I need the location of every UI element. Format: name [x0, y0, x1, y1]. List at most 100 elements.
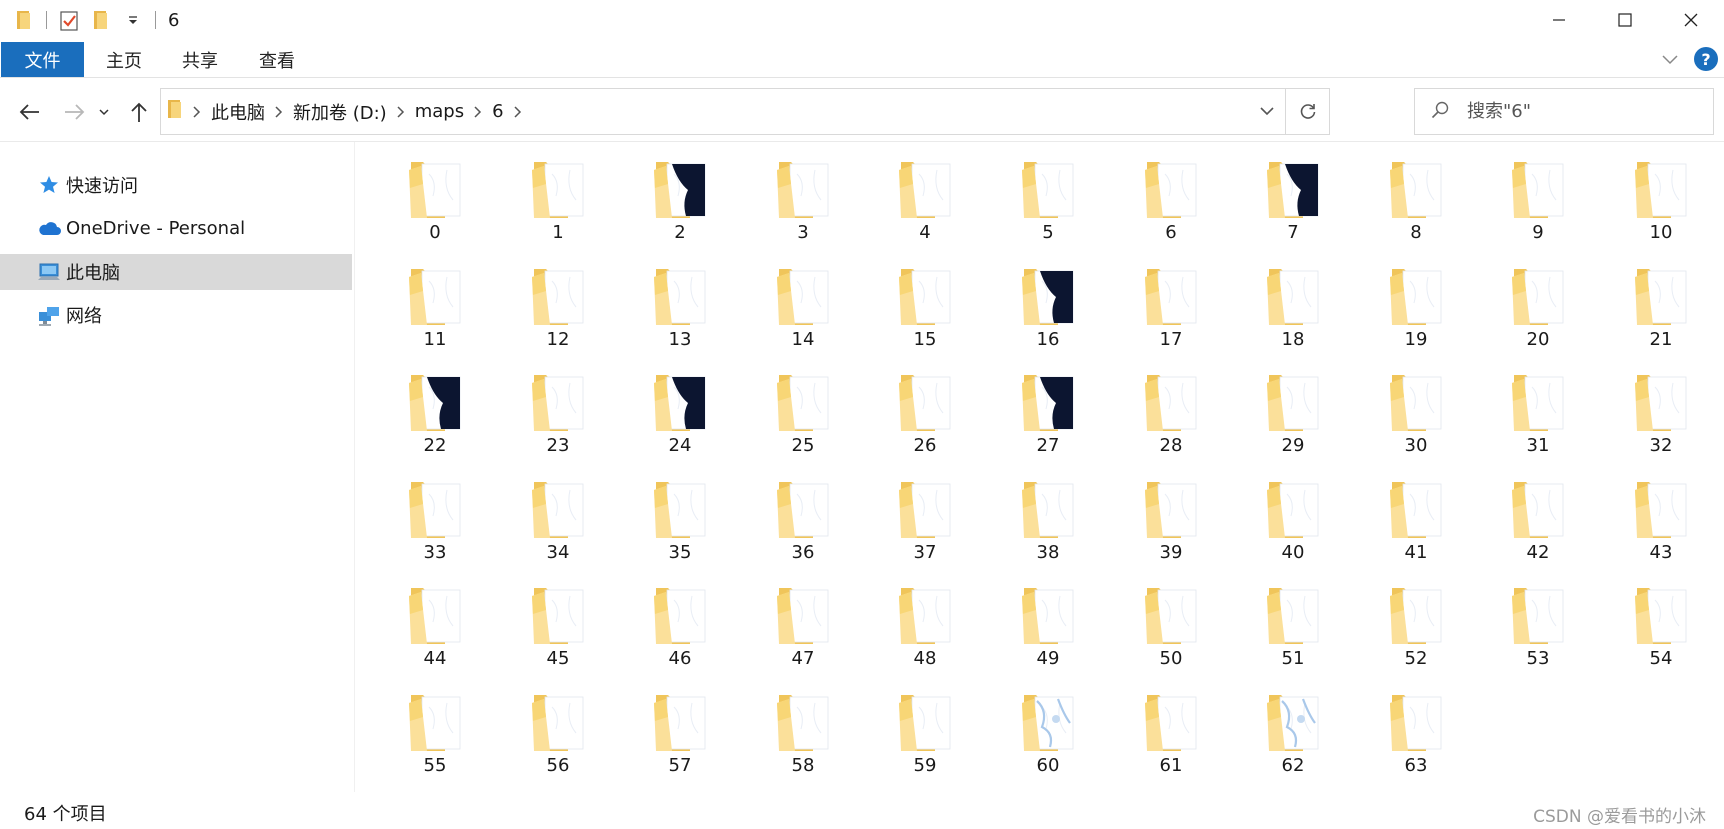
chevron-right-icon[interactable] [514, 105, 522, 118]
new-folder-icon[interactable] [89, 8, 113, 32]
folder-item[interactable]: 50 [1110, 586, 1232, 686]
folder-item[interactable]: 54 [1600, 586, 1722, 686]
maximize-button[interactable] [1592, 0, 1658, 40]
folder-item[interactable]: 42 [1477, 480, 1599, 580]
folder-item[interactable]: 28 [1110, 373, 1232, 473]
folder-item[interactable]: 19 [1355, 267, 1477, 367]
folder-item[interactable]: 11 [374, 267, 496, 367]
search-box[interactable] [1414, 88, 1714, 135]
properties-icon[interactable] [57, 8, 81, 32]
help-button[interactable]: ? [1694, 47, 1718, 71]
folder-item[interactable]: 61 [1110, 693, 1232, 793]
chevron-right-icon[interactable] [397, 105, 405, 118]
folder-item[interactable]: 47 [742, 586, 864, 686]
folder-item[interactable]: 32 [1600, 373, 1722, 473]
back-button[interactable] [14, 97, 44, 127]
folder-item[interactable]: 26 [864, 373, 986, 473]
folder-item[interactable]: 14 [742, 267, 864, 367]
folder-item[interactable]: 39 [1110, 480, 1232, 580]
folder-icon [1267, 695, 1319, 751]
folder-item[interactable]: 34 [497, 480, 619, 580]
tab-home[interactable]: 主页 [94, 42, 154, 77]
breadcrumb-current-folder[interactable]: 6 [492, 101, 503, 122]
minimize-button[interactable] [1526, 0, 1592, 40]
folder-item[interactable]: 1 [497, 160, 619, 260]
close-button[interactable] [1658, 0, 1724, 40]
folder-item[interactable]: 62 [1232, 693, 1354, 793]
folder-item[interactable]: 12 [497, 267, 619, 367]
folder-item[interactable]: 46 [619, 586, 741, 686]
folder-item[interactable]: 45 [497, 586, 619, 686]
folder-item[interactable]: 58 [742, 693, 864, 793]
chevron-right-icon[interactable] [193, 105, 201, 118]
customize-toolbar-icon[interactable] [121, 8, 145, 32]
sidebar-item-quick-access[interactable]: 快速访问 [0, 167, 352, 203]
folder-item[interactable]: 40 [1232, 480, 1354, 580]
folder-item[interactable]: 2 [619, 160, 741, 260]
folder-item[interactable]: 17 [1110, 267, 1232, 367]
folder-item[interactable]: 8 [1355, 160, 1477, 260]
folder-item[interactable]: 0 [374, 160, 496, 260]
folder-item[interactable]: 20 [1477, 267, 1599, 367]
chevron-right-icon[interactable] [474, 105, 482, 118]
folder-item[interactable]: 10 [1600, 160, 1722, 260]
folder-item[interactable]: 9 [1477, 160, 1599, 260]
folder-item[interactable]: 55 [374, 693, 496, 793]
folder-item[interactable]: 27 [987, 373, 1109, 473]
tab-file[interactable]: 文件 [1, 42, 84, 77]
breadcrumb-maps[interactable]: maps [415, 101, 464, 122]
breadcrumb-this-pc[interactable]: 此电脑 [211, 99, 265, 125]
folder-item[interactable]: 21 [1600, 267, 1722, 367]
folder-item[interactable]: 23 [497, 373, 619, 473]
refresh-button[interactable] [1285, 89, 1329, 134]
folder-item[interactable]: 29 [1232, 373, 1354, 473]
folder-item[interactable]: 16 [987, 267, 1109, 367]
folder-item[interactable]: 48 [864, 586, 986, 686]
folder-item[interactable]: 38 [987, 480, 1109, 580]
folder-item[interactable]: 3 [742, 160, 864, 260]
folder-item[interactable]: 43 [1600, 480, 1722, 580]
folder-item[interactable]: 49 [987, 586, 1109, 686]
folder-item[interactable]: 53 [1477, 586, 1599, 686]
folder-item[interactable]: 56 [497, 693, 619, 793]
expand-ribbon-button[interactable] [1658, 48, 1682, 72]
folder-item[interactable]: 24 [619, 373, 741, 473]
folder-item[interactable]: 33 [374, 480, 496, 580]
tab-view[interactable]: 查看 [247, 42, 307, 77]
folder-item[interactable]: 60 [987, 693, 1109, 793]
folder-icon[interactable] [12, 8, 36, 32]
recent-locations-button[interactable] [94, 97, 114, 127]
folder-item[interactable]: 4 [864, 160, 986, 260]
folder-item[interactable]: 57 [619, 693, 741, 793]
folder-item[interactable]: 5 [987, 160, 1109, 260]
breadcrumb-drive-d[interactable]: 新加卷 (D:) [293, 99, 387, 125]
folder-item[interactable]: 22 [374, 373, 496, 473]
folder-item[interactable]: 30 [1355, 373, 1477, 473]
folder-item[interactable]: 37 [864, 480, 986, 580]
folder-item[interactable]: 6 [1110, 160, 1232, 260]
folder-item[interactable]: 59 [864, 693, 986, 793]
folder-item[interactable]: 18 [1232, 267, 1354, 367]
folder-item[interactable]: 41 [1355, 480, 1477, 580]
sidebar-item-network[interactable]: 网络 [0, 297, 352, 333]
address-bar[interactable]: 此电脑 新加卷 (D:) maps 6 [160, 88, 1330, 135]
folder-item[interactable]: 63 [1355, 693, 1477, 793]
search-input[interactable] [1467, 101, 1687, 122]
forward-button[interactable] [60, 97, 90, 127]
folder-item[interactable]: 36 [742, 480, 864, 580]
sidebar-item-onedrive[interactable]: OneDrive - Personal [0, 210, 352, 246]
folder-item[interactable]: 13 [619, 267, 741, 367]
up-button[interactable] [124, 97, 154, 127]
folder-item[interactable]: 35 [619, 480, 741, 580]
tab-share[interactable]: 共享 [170, 42, 230, 77]
address-history-button[interactable] [1249, 89, 1285, 134]
folder-item[interactable]: 31 [1477, 373, 1599, 473]
folder-item[interactable]: 52 [1355, 586, 1477, 686]
folder-item[interactable]: 25 [742, 373, 864, 473]
folder-item[interactable]: 15 [864, 267, 986, 367]
folder-item[interactable]: 51 [1232, 586, 1354, 686]
sidebar-item-this-pc[interactable]: 此电脑 [0, 254, 352, 290]
folder-item[interactable]: 44 [374, 586, 496, 686]
chevron-right-icon[interactable] [275, 105, 283, 118]
folder-item[interactable]: 7 [1232, 160, 1354, 260]
